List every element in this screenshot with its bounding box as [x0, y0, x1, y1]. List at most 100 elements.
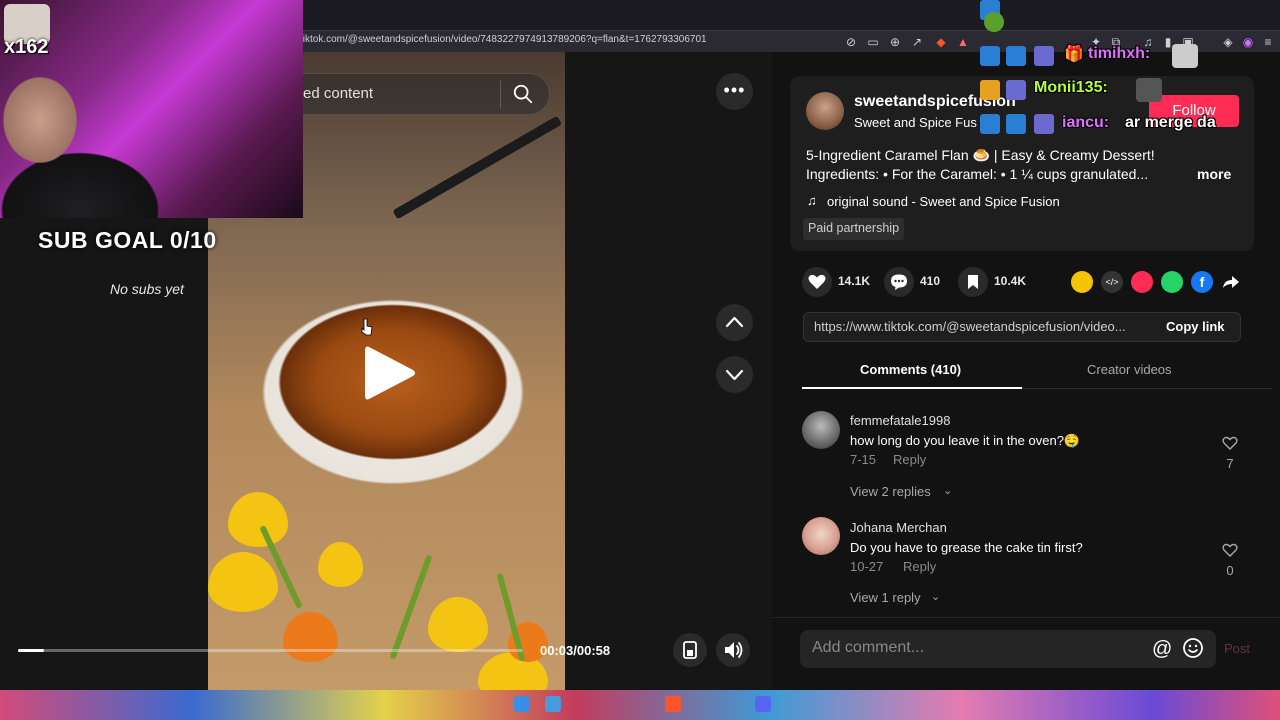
comment-placeholder[interactable]: Add comment...	[812, 639, 924, 657]
comment-username[interactable]: Johana Merchan	[850, 520, 947, 535]
cat-emote	[1172, 44, 1198, 68]
zoom-icon[interactable]: ⊕	[887, 34, 903, 50]
comment-heart-icon[interactable]	[1221, 541, 1239, 559]
frog-emote-icon	[984, 12, 1004, 32]
like-count: 14.1K	[838, 274, 871, 288]
creator-name: Sweet and Spice Fus	[854, 115, 977, 130]
reply-button[interactable]: Reply	[893, 452, 926, 467]
video-link-text[interactable]: https://www.tiktok.com/@sweetandspicefus…	[814, 319, 1146, 334]
more-options-button[interactable]: •••	[716, 73, 753, 110]
whatsapp-icon[interactable]	[1161, 271, 1183, 293]
save-count: 10.4K	[994, 274, 1027, 288]
menu-icon[interactable]: ≡	[1260, 34, 1276, 50]
url-text[interactable]: tiktok.com/@sweetandspicefusion/video/74…	[300, 34, 707, 45]
save-button[interactable]	[958, 267, 988, 297]
crown-icon	[980, 80, 1000, 100]
description-body: Ingredients: • For the Caramel: • 1 ¼ cu…	[806, 166, 1149, 182]
search-icon[interactable]	[512, 83, 534, 105]
reply-button[interactable]: Reply	[903, 559, 936, 574]
chat-message: ar merge da	[1125, 114, 1216, 131]
comment-text: how long do you leave it in the oven?🤤	[850, 433, 1081, 448]
taskbar-app-icon[interactable]	[545, 696, 561, 712]
comment-date: 7-15	[850, 452, 877, 467]
no-subs-text: No subs yet	[110, 281, 184, 297]
monkey-emote	[1136, 78, 1162, 102]
active-tab-indicator	[802, 387, 1022, 389]
tab-comments[interactable]: Comments (410)	[860, 362, 961, 377]
brave-taskbar-icon[interactable]	[665, 696, 681, 712]
gift-icon: 🎁	[1064, 46, 1084, 63]
progress-track[interactable]	[18, 649, 523, 652]
streamer-image	[0, 60, 200, 218]
music-title[interactable]: original sound - Sweet and Spice Fusion	[827, 194, 1060, 209]
badge-icon	[980, 114, 1000, 134]
previous-video-button[interactable]	[716, 304, 753, 341]
view-replies-button[interactable]: View 2 replies	[850, 484, 931, 499]
volume-icon	[725, 642, 743, 658]
creator-avatar[interactable]	[806, 92, 844, 130]
share-page-icon[interactable]: ↗	[909, 34, 925, 50]
music-note-icon: ♫	[807, 193, 817, 208]
comment-avatar[interactable]	[802, 411, 840, 449]
next-video-button[interactable]	[716, 356, 753, 393]
comment-like-count: 7	[1226, 456, 1234, 471]
emoji-icon[interactable]	[1182, 637, 1204, 659]
comment-icon	[891, 274, 907, 290]
progress-fill[interactable]	[18, 649, 45, 652]
comment-text: Do you have to grease the cake tin first…	[850, 540, 1083, 555]
sub-goal-title: SUB GOAL 0/10	[38, 227, 217, 253]
search-divider	[500, 80, 501, 108]
taskbar	[0, 690, 1280, 720]
comment-date: 10-27	[850, 559, 884, 574]
chevron-down-icon	[725, 369, 744, 381]
repost-icon[interactable]	[1071, 271, 1093, 293]
like-button[interactable]	[802, 267, 832, 297]
play-icon[interactable]	[363, 343, 417, 403]
description-title: 5-Ingredient Caramel Flan 🍮 | Easy & Cre…	[806, 147, 1155, 163]
time-display: 00:03/00:58	[540, 643, 611, 658]
chevron-down-icon: ⌄	[931, 591, 941, 603]
heart-icon	[808, 274, 826, 289]
badge-icon	[1006, 80, 1026, 100]
embed-icon[interactable]: </>	[1101, 271, 1123, 293]
view-replies-button[interactable]: View 1 reply	[850, 590, 921, 605]
facebook-icon[interactable]: f	[1191, 271, 1213, 293]
comment-count: 410	[920, 274, 941, 288]
comment-like-count: 0	[1226, 563, 1234, 578]
cursor-icon	[361, 318, 373, 336]
sub-count: x162	[4, 36, 49, 58]
send-to-friends-icon[interactable]	[1131, 271, 1153, 293]
comment-heart-icon[interactable]	[1221, 434, 1239, 452]
comment-avatar[interactable]	[802, 517, 840, 555]
discord-taskbar-icon[interactable]	[755, 696, 771, 712]
rewards-icon[interactable]: ▲	[955, 34, 971, 50]
badge-icon	[1034, 114, 1054, 134]
more-link[interactable]: more	[1197, 166, 1231, 182]
chevron-up-icon	[725, 316, 744, 328]
picture-in-picture-icon	[683, 641, 697, 659]
chat-username: Monii135:	[1034, 79, 1108, 96]
chat-overlay	[980, 0, 1260, 40]
comment-username[interactable]: femmefatale1998	[850, 413, 950, 428]
chat-username: timihxh:	[1088, 45, 1151, 62]
badge-icon	[980, 46, 1000, 66]
badge-icon	[1006, 114, 1026, 134]
comment-button[interactable]	[884, 267, 914, 297]
volume-button[interactable]	[716, 633, 750, 667]
tracking-icon[interactable]: ⊘	[843, 34, 859, 50]
copy-link-button[interactable]: Copy link	[1166, 319, 1225, 334]
chat-username: iancu:	[1062, 114, 1110, 131]
search-placeholder[interactable]: ed content	[303, 85, 373, 102]
mention-icon[interactable]: @	[1152, 638, 1172, 661]
post-button[interactable]: Post	[1224, 641, 1250, 656]
reader-icon[interactable]: ▭	[865, 34, 881, 50]
bookmark-icon	[968, 275, 978, 289]
tab-creator-videos[interactable]: Creator videos	[1087, 362, 1172, 377]
badge-icon	[1006, 46, 1026, 66]
windows-start-icon[interactable]	[514, 696, 530, 712]
brave-shield-icon[interactable]: ◆	[933, 34, 949, 50]
pip-button[interactable]	[673, 633, 707, 667]
share-arrow-icon[interactable]	[1222, 273, 1240, 291]
paid-partnership-badge: Paid partnership	[803, 218, 905, 240]
chevron-down-icon: ⌄	[943, 485, 953, 497]
